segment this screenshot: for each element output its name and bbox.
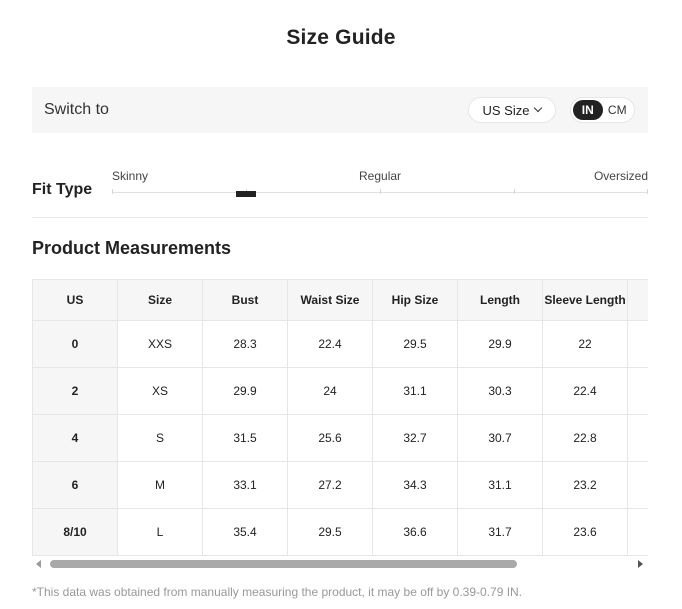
table-cell-sleeve-length: 22.8	[542, 414, 628, 462]
table-cell-hip-size: 29.5	[372, 320, 458, 368]
unit-toggle[interactable]: IN CM	[570, 97, 635, 123]
scroll-left-arrow-icon[interactable]	[36, 560, 41, 568]
scrollbar-thumb[interactable]	[50, 560, 517, 568]
unit-option-in[interactable]: IN	[573, 100, 603, 120]
fit-scale-tick	[514, 189, 515, 194]
table-cell-bust: 33.1	[202, 461, 288, 509]
table-cell-overflow	[627, 320, 648, 368]
table-cell-overflow	[627, 461, 648, 509]
table-cell-waist-size: 27.2	[287, 461, 373, 509]
fit-scale-label-oversized: Oversized	[593, 169, 648, 183]
table-cell-length: 29.9	[457, 320, 543, 368]
table-row: 0 XXS 28.3 22.4 29.5 29.9 22	[32, 320, 648, 368]
scroll-right-arrow-icon[interactable]	[638, 560, 643, 568]
table-cell-length: 31.7	[457, 508, 543, 556]
table-row: 2 XS 29.9 24 31.1 30.3 22.4	[32, 367, 648, 415]
table-cell-overflow	[627, 414, 648, 462]
size-guide-page: Size Guide Switch to US Size IN CM Fit T…	[0, 0, 682, 609]
table-cell-bust: 35.4	[202, 508, 288, 556]
column-header-sleeve-length: Sleeve Length	[542, 279, 628, 321]
table-row: 4 S 31.5 25.6 32.7 30.7 22.8	[32, 414, 648, 462]
table-cell-overflow	[627, 367, 648, 415]
table-cell-bust: 31.5	[202, 414, 288, 462]
fit-scale-tick	[380, 189, 381, 194]
fit-scale-label-skinny: Skinny	[112, 169, 149, 183]
table-row: 8/10 L 35.4 29.5 36.6 31.7 23.6	[32, 508, 648, 556]
table-cell-length: 30.3	[457, 367, 543, 415]
table-cell-size: M	[117, 461, 203, 509]
table-cell-sleeve-length: 23.6	[542, 508, 628, 556]
table-cell-waist-size: 22.4	[287, 320, 373, 368]
table-cell-size: L	[117, 508, 203, 556]
measurement-disclaimer: *This data was obtained from manually me…	[32, 585, 523, 599]
fit-scale-tick	[112, 189, 113, 194]
table-cell-waist-size: 29.5	[287, 508, 373, 556]
column-header-length: Length	[457, 279, 543, 321]
table-cell-length: 31.1	[457, 461, 543, 509]
table-cell-waist-size: 25.6	[287, 414, 373, 462]
fit-scale-label-regular: Regular	[359, 169, 402, 183]
column-header-overflow	[627, 279, 648, 321]
table-cell-us: 6	[32, 461, 118, 509]
table-cell-hip-size: 32.7	[372, 414, 458, 462]
page-title: Size Guide	[286, 26, 396, 49]
switch-label: Switch to	[44, 101, 109, 118]
column-header-waist-size: Waist Size	[287, 279, 373, 321]
chevron-down-icon	[534, 103, 543, 113]
fit-type-label: Fit Type	[32, 181, 93, 198]
table-cell-bust: 28.3	[202, 320, 288, 368]
table-cell-hip-size: 34.3	[372, 461, 458, 509]
unit-option-cm[interactable]: CM	[603, 100, 633, 120]
fit-scale-tick	[647, 189, 648, 194]
table-cell-hip-size: 36.6	[372, 508, 458, 556]
column-header-us: US	[32, 279, 118, 321]
measurements-table-container[interactable]: US Size Bust Waist Size Hip Size Length …	[32, 279, 648, 556]
measurements-table: US Size Bust Waist Size Hip Size Length …	[32, 279, 648, 556]
table-cell-us: 8/10	[32, 508, 118, 556]
product-measurements-title: Product Measurements	[32, 238, 232, 258]
table-cell-size: XS	[117, 367, 203, 415]
table-cell-us: 0	[32, 320, 118, 368]
section-divider	[32, 217, 648, 218]
table-row: 6 M 33.1 27.2 34.3 31.1 23.2	[32, 461, 648, 509]
column-header-hip-size: Hip Size	[372, 279, 458, 321]
size-system-dropdown[interactable]: US Size	[468, 97, 556, 123]
table-cell-length: 30.7	[457, 414, 543, 462]
column-header-bust: Bust	[202, 279, 288, 321]
column-header-size: Size	[117, 279, 203, 321]
table-cell-hip-size: 31.1	[372, 367, 458, 415]
table-cell-size: S	[117, 414, 203, 462]
table-cell-sleeve-length: 23.2	[542, 461, 628, 509]
table-cell-size: XXS	[117, 320, 203, 368]
table-cell-waist-size: 24	[287, 367, 373, 415]
switch-bar: Switch to US Size IN CM	[32, 87, 648, 133]
table-horizontal-scrollbar[interactable]	[32, 556, 648, 572]
table-cell-bust: 29.9	[202, 367, 288, 415]
table-cell-overflow	[627, 508, 648, 556]
table-cell-sleeve-length: 22.4	[542, 367, 628, 415]
fit-scale-marker	[236, 191, 256, 197]
table-cell-sleeve-length: 22	[542, 320, 628, 368]
table-cell-us: 4	[32, 414, 118, 462]
table-header-row: US Size Bust Waist Size Hip Size Length …	[32, 279, 648, 321]
size-system-value: US Size	[482, 102, 530, 118]
table-cell-us: 2	[32, 367, 118, 415]
fit-type-scale: Skinny Regular Oversized	[112, 168, 648, 200]
